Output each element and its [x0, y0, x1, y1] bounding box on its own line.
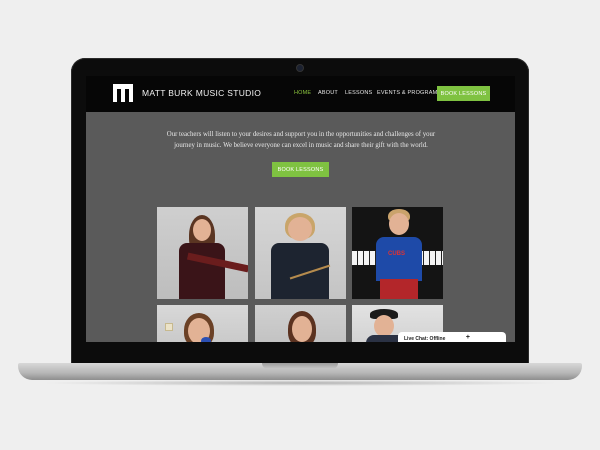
student-photo-guitar-girl[interactable]	[157, 207, 248, 299]
laptop-shadow	[40, 380, 560, 386]
intro-line-2: journey in music. We believe everyone ca…	[174, 142, 428, 149]
nav-book-lessons-button[interactable]: BOOK LESSONS	[437, 86, 490, 101]
site-navbar: MATT BURK MUSIC STUDIO HOME ABOUT LESSON…	[86, 76, 515, 112]
logo-icon[interactable]	[113, 84, 133, 102]
student-photo-girl-3[interactable]	[255, 305, 346, 342]
nav-about[interactable]: ABOUT	[318, 90, 338, 96]
book-lessons-button[interactable]: BOOK LESSONS	[272, 162, 329, 177]
site-brand[interactable]: MATT BURK MUSIC STUDIO	[142, 88, 261, 98]
laptop-notch	[262, 363, 338, 369]
plus-icon[interactable]: +	[466, 334, 470, 341]
nav-lessons[interactable]: LESSONS	[345, 90, 372, 96]
intro-line-1: Our teachers will listen to your desires…	[166, 131, 436, 138]
website-screen: MATT BURK MUSIC STUDIO HOME ABOUT LESSON…	[86, 76, 515, 342]
student-photo-piano-boy[interactable]: CUBS	[352, 207, 443, 299]
live-chat-label: Live Chat: Offline	[404, 336, 446, 342]
student-photo-girl-2[interactable]	[157, 305, 248, 342]
nav-home[interactable]: HOME	[294, 90, 311, 96]
nav-events-programs[interactable]: EVENTS & PROGRAMS	[377, 90, 441, 96]
shirt-text: CUBS	[388, 251, 406, 257]
student-photo-drumsticks-girl[interactable]	[255, 207, 346, 299]
camera-icon	[297, 65, 303, 71]
intro-text: Our teachers will listen to your desires…	[146, 129, 456, 151]
live-chat-widget[interactable]: Live Chat: Offline +	[398, 332, 506, 342]
